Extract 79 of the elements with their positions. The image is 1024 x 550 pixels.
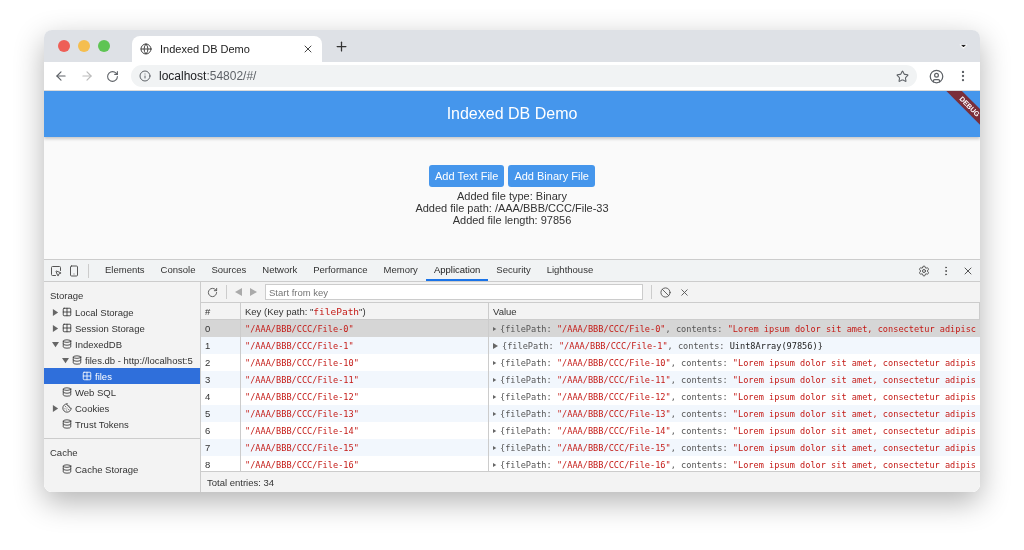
devtools-tab[interactable]: Elements [97,260,153,281]
key-cell: "/AAA/BBB/CCC/File-13" [241,405,489,422]
grid-icon [62,323,72,333]
new-tab-icon[interactable] [334,38,349,54]
expand-triangle-icon[interactable] [493,444,497,451]
cookie-icon [62,403,72,413]
database-icon [62,339,72,349]
tree-item[interactable]: files [44,368,200,384]
column-header[interactable]: Key (Key path: "filePath") [241,303,489,320]
expand-triangle-icon[interactable] [493,410,497,417]
star-icon[interactable] [896,69,909,83]
expand-triangle-icon[interactable] [493,376,497,383]
expand-triangle-icon[interactable] [493,359,497,366]
key-filter-field[interactable]: Start from key [265,284,643,300]
section-heading: Storage [49,289,85,303]
column-header[interactable]: # [201,303,241,320]
index-cell: 5 [201,405,241,422]
app-title: Indexed DB Demo [446,105,578,123]
grid-icon [62,307,72,317]
database-icon [72,355,82,365]
devtools-tab[interactable]: Memory [375,260,426,281]
delete-icon[interactable] [679,286,690,298]
tree-item[interactable]: Cache Storage [44,461,200,477]
devtools-tab[interactable]: Performance [305,260,376,281]
close-light[interactable] [58,40,70,52]
status-text: Added file length: 97856 [452,214,572,226]
section-heading: Cache [49,446,79,460]
tree-item[interactable]: Trust Tokens [44,416,200,432]
close-icon[interactable] [302,43,314,55]
devtools-tab[interactable]: Network [254,260,306,281]
key-cell: "/AAA/BBB/CCC/File-0" [241,320,489,337]
database-icon [62,419,72,429]
index-cell: 0 [201,320,241,337]
refresh-icon[interactable] [207,286,218,298]
status-text: Added file type: Binary [456,190,568,202]
tree-item[interactable]: Local Storage [44,304,200,320]
devtools-tab[interactable]: Lighthouse [538,260,602,281]
devtools-tab[interactable]: Security [488,260,539,281]
profile-icon[interactable] [929,68,944,84]
inspect-icon[interactable] [50,264,62,277]
reload-icon[interactable] [106,69,119,83]
tree-item[interactable]: files.db - http://localhost:5 [44,352,200,368]
expand-triangle-icon[interactable] [493,461,497,468]
tree-item[interactable]: Web SQL [44,384,200,400]
disclosure-triangle-icon[interactable] [52,404,59,412]
device-icon[interactable] [68,264,80,277]
column-header[interactable]: Value [489,303,980,320]
value-cell: {filePath: "/AAA/BBB/CCC/File-13", contents: "Lorem ipsum dolor sit amet, consectetur adipis [489,405,980,422]
devtools-tab[interactable]: Console [152,260,204,281]
tree-item[interactable]: Session Storage [44,320,200,336]
tree-item[interactable]: IndexedDB [44,336,200,352]
expand-triangle-icon[interactable] [493,325,497,332]
devtools-tab[interactable]: Sources [203,260,255,281]
index-cell: 7 [201,439,241,456]
status-text: Added file path: /AAA/BBB/CCC/File-33 [415,202,609,214]
database-icon [62,387,72,397]
key-cell: "/AAA/BBB/CCC/File-11" [241,371,489,388]
back-icon[interactable] [54,69,68,83]
index-cell: 1 [201,337,241,354]
grid-icon [82,371,92,381]
address-bar[interactable]: localhost:54802/#/ [131,65,917,87]
browser-tab[interactable]: Indexed DB Demo [132,36,322,62]
expand-triangle-icon[interactable] [493,393,497,400]
index-cell: 3 [201,371,241,388]
settings-icon[interactable] [918,264,930,277]
key-cell: "/AAA/BBB/CCC/File-1" [241,337,489,354]
tree-item[interactable]: Cookies [44,400,200,416]
globe-icon [140,43,152,55]
database-icon [62,464,72,474]
clear-icon[interactable] [660,286,671,298]
value-cell: {filePath: "/AAA/BBB/CCC/File-15", contents: "Lorem ipsum dolor sit amet, consectetur adipis [489,439,980,456]
value-cell: {filePath: "/AAA/BBB/CCC/File-11", contents: "Lorem ipsum dolor sit amet, consectetur adipis [489,371,980,388]
value-cell: {filePath: "/AAA/BBB/CCC/File-0", contents: "Lorem ipsum dolor sit amet, consectetur adipisc [489,320,980,337]
key-cell: "/AAA/BBB/CCC/File-15" [241,439,489,456]
total-entries: Total entries: 34 [201,471,980,492]
info-icon [139,70,151,82]
expand-triangle-icon[interactable] [493,342,499,349]
expand-triangle-icon[interactable] [493,427,497,434]
value-cell: {filePath: "/AAA/BBB/CCC/File-1", contents: Uint8Array(97856)} [489,337,980,354]
